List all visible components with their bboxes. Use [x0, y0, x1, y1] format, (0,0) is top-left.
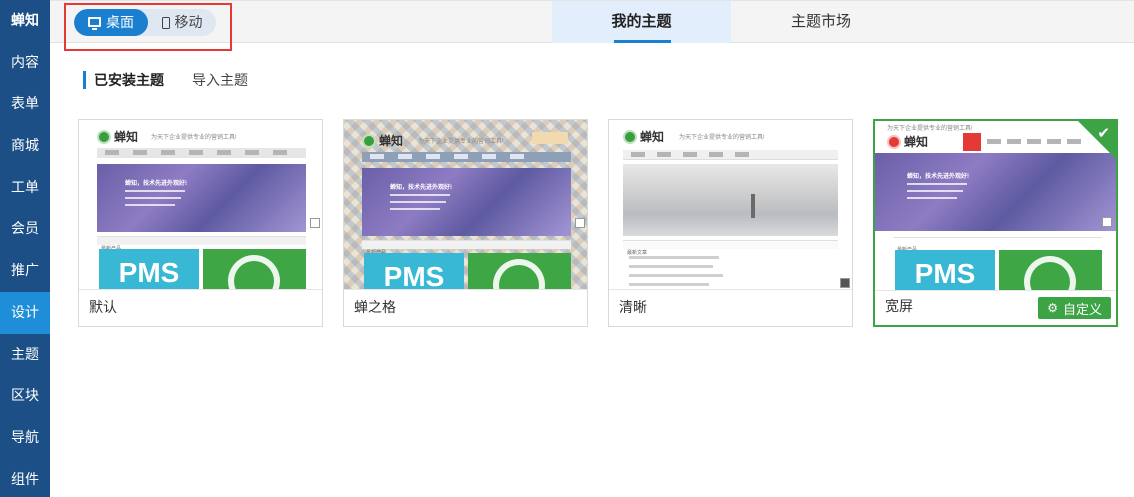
theme-thumbnail: 蝉知 为天下企业提供专业的营销工具! 蝉知，技术先进外观好! 最新产品 PMS	[344, 120, 587, 290]
theme-name: 清晰	[619, 299, 647, 315]
thumb-banner-title: 蝉知，技术先进外观好!	[907, 174, 969, 180]
customize-label: 自定义	[1062, 301, 1102, 317]
sidebar-item-shop[interactable]: 商城	[0, 125, 50, 167]
thumb-green-tile	[203, 249, 306, 289]
thumb-banner: 蝉知，技术先进外观好!	[362, 168, 571, 236]
thumb-photo	[623, 164, 838, 236]
thumb-logo: 蝉知	[623, 128, 664, 145]
qr-icon	[575, 218, 585, 228]
theme-card-widescreen[interactable]: 蝉知 为天下企业提供专业的营销工具! 蝉知，技术先进外观好! 最新产品 PMS …	[873, 119, 1118, 327]
thumb-tagline: 为天下企业提供专业的营销工具!	[418, 139, 504, 145]
theme-name: 蝉之格	[354, 299, 396, 315]
qr-icon	[310, 218, 320, 228]
theme-card-chanzhige[interactable]: 蝉知 为天下企业提供专业的营销工具! 蝉知，技术先进外观好! 最新产品 PMS …	[343, 119, 588, 327]
tab-my-themes[interactable]: 我的主题	[552, 1, 731, 43]
thumb-section: 最新产品	[97, 236, 306, 252]
gear-icon: ⚙	[1047, 301, 1058, 315]
thumb-pms-tile: PMS	[364, 253, 464, 289]
thumb-banner: 蝉知，技术先进外观好!	[97, 164, 306, 232]
theme-name: 宽屏	[885, 298, 913, 314]
thumb-pms-tile: PMS	[99, 249, 199, 289]
logo-icon	[97, 129, 111, 144]
thumb-logo-text: 蝉知	[904, 135, 929, 149]
thumb-tagline: 为天下企业提供专业的营销工具!	[151, 135, 237, 141]
thumb-banner-title: 蝉知，技术先进外观好!	[390, 185, 452, 191]
theme-thumbnail: 蝉知 为天下企业提供专业的营销工具! 蝉知，技术先进外观好! 最新产品 PMS …	[875, 121, 1116, 291]
thumb-tagline: 为天下企业提供专业的营销工具!	[887, 126, 973, 132]
logo-icon	[887, 134, 901, 149]
logo-icon	[362, 133, 376, 148]
thumb-section: 最新文章	[623, 240, 838, 256]
theme-card-default[interactable]: 蝉知 为天下企业提供专业的营销工具! 蝉知，技术先进外观好! 最新产品 PMS …	[78, 119, 323, 327]
thumb-green-tile	[468, 253, 571, 289]
sidebar-item-forms[interactable]: 表单	[0, 83, 50, 125]
logo-icon	[623, 129, 637, 144]
sidebar-item-design[interactable]: 设计	[0, 291, 50, 334]
subtab-installed[interactable]: 已安装主题	[94, 70, 164, 90]
subtab-import[interactable]: 导入主题	[192, 70, 248, 90]
subtab-indicator	[83, 71, 86, 89]
qr-icon	[840, 278, 850, 288]
thumb-section: 最新产品	[362, 240, 571, 256]
sidebar-item-brand[interactable]: 蝉知	[0, 0, 50, 42]
subtabs: 已安装主题 导入主题	[83, 70, 248, 90]
thumb-nav	[97, 148, 306, 158]
thumb-green-tile	[999, 250, 1102, 290]
theme-name: 默认	[89, 299, 117, 315]
sidebar-item-components[interactable]: 组件	[0, 459, 50, 497]
thumb-logo: 蝉知	[97, 128, 138, 145]
sidebar-item-members[interactable]: 会员	[0, 208, 50, 250]
thumb-nav	[362, 152, 571, 162]
theme-thumbnail: 蝉知 为天下企业提供专业的营销工具! 最新文章	[609, 120, 852, 290]
desktop-button[interactable]: 桌面	[74, 9, 148, 36]
sidebar-item-content[interactable]: 内容	[0, 42, 50, 84]
top-bar: 桌面 移动 我的主题 主题市场	[50, 0, 1134, 51]
thumb-logo-text: 蝉知	[379, 134, 404, 148]
thumb-pms-tile: PMS	[895, 250, 995, 290]
customize-button[interactable]: ⚙ 自定义	[1038, 297, 1111, 319]
thumb-logo-text: 蝉知	[640, 130, 665, 144]
thumb-section: 最新产品	[893, 237, 1102, 253]
sidebar-item-promotion[interactable]: 推广	[0, 250, 50, 292]
sidebar: 蝉知 内容 表单 商城 工单 会员 推广 设计 主题 区块 导航 组件	[0, 0, 50, 497]
sidebar-item-tickets[interactable]: 工单	[0, 167, 50, 209]
device-switch: 桌面 移动	[74, 9, 216, 36]
check-icon: ✔	[1097, 125, 1110, 142]
thumb-banner: 蝉知，技术先进外观好!	[875, 153, 1116, 231]
sidebar-item-navigation[interactable]: 导航	[0, 417, 50, 459]
monitor-icon	[88, 17, 101, 30]
mobile-label: 移动	[174, 14, 203, 30]
mobile-button[interactable]: 移动	[148, 9, 216, 36]
thumb-logo: 蝉知	[362, 132, 403, 149]
theme-card-clear[interactable]: 蝉知 为天下企业提供专业的营销工具! 最新文章 清晰	[608, 119, 853, 327]
thumb-logo-text: 蝉知	[114, 130, 139, 144]
desktop-label: 桌面	[106, 14, 134, 30]
sidebar-item-blocks[interactable]: 区块	[0, 375, 50, 417]
sidebar-item-theme[interactable]: 主题	[0, 334, 50, 376]
thumb-tagline: 为天下企业提供专业的营销工具!	[679, 135, 765, 141]
thumb-nav	[623, 150, 838, 160]
tab-theme-market[interactable]: 主题市场	[731, 1, 911, 43]
phone-icon	[161, 16, 170, 29]
qr-icon	[1102, 217, 1112, 227]
thumb-banner-title: 蝉知，技术先进外观好!	[125, 181, 187, 187]
thumb-logo: 蝉知	[887, 133, 928, 150]
theme-thumbnail: 蝉知 为天下企业提供专业的营销工具! 蝉知，技术先进外观好! 最新产品 PMS	[79, 120, 322, 290]
